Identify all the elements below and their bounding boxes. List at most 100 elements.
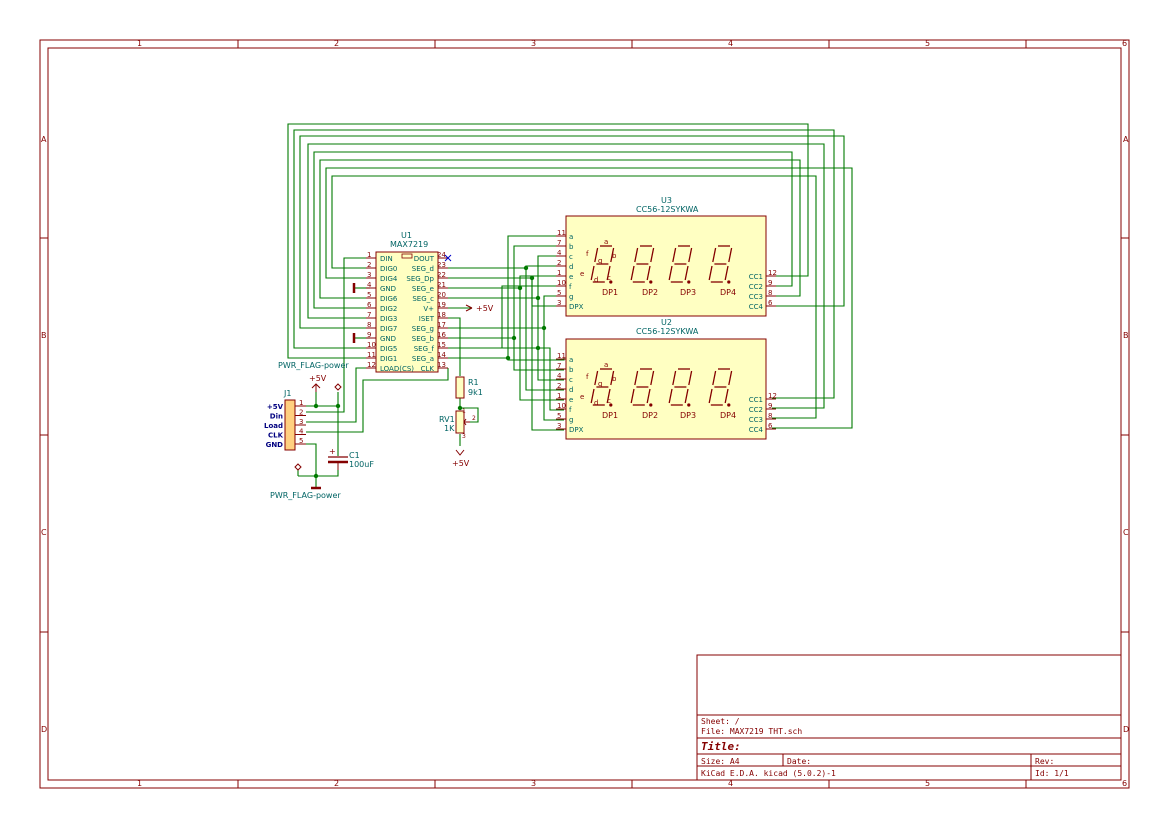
u1-value: MAX7219 <box>390 240 428 249</box>
display-pin-name: CC3 <box>749 293 763 301</box>
display-pin-number: 6 <box>768 422 773 430</box>
row-label-left: D <box>41 725 47 734</box>
display-pin-number: 12 <box>768 392 777 400</box>
u1-pin-number: 2 <box>367 261 371 269</box>
display-pin-name: CC4 <box>749 303 764 311</box>
plus5v-label-u1: +5V <box>476 304 494 313</box>
row-label-right: D <box>1123 725 1129 734</box>
row-label-right: C <box>1123 528 1129 537</box>
row-label-right: B <box>1123 331 1129 340</box>
r1-resistor[interactable]: R1 9k1 <box>455 376 483 399</box>
u1-pin-name: DIG2 <box>380 305 397 313</box>
tb-date: Date: <box>787 757 811 766</box>
u2-value: CC56-12SYKWA <box>636 327 699 336</box>
display-pin-number: 12 <box>768 269 777 277</box>
u1-pin-name: SEG_f <box>414 345 435 353</box>
u1-max7219[interactable]: U1 MAX7219 1 DIN 2 DIG0 3 DIG4 4 GND 5 DIG6 6 DIG2 7… <box>366 231 452 373</box>
dp-label: DP4 <box>720 288 736 297</box>
u1-pin-number: 6 <box>367 301 372 309</box>
display-pin-name: a <box>569 233 573 241</box>
display-pin-name: b <box>569 366 574 374</box>
tb-tool: KiCad E.D.A. kicad (5.0.2)-1 <box>701 769 836 778</box>
u1-pin-name: V+ <box>423 305 434 313</box>
u1-pin-number: 10 <box>367 341 376 349</box>
schematic-canvas: 123456 123456 ABCD ABCD Sheet: / File: M… <box>39 39 1130 789</box>
rv1-potentiometer[interactable]: RV1 1K 1 2 3 <box>439 408 476 440</box>
col-label-top: 6 <box>1122 39 1127 48</box>
display-pin-number: 9 <box>768 279 772 287</box>
display-pin-number: 11 <box>557 229 566 237</box>
u1-pin-number: 17 <box>437 321 446 329</box>
segment-letter: e <box>580 393 584 401</box>
rv1-value: 1K <box>444 424 455 433</box>
j1-pin-label: CLK <box>268 432 284 440</box>
display-pin-name: b <box>569 243 574 251</box>
display-pin-name: CC2 <box>749 283 763 291</box>
display-pin-number: 3 <box>557 299 561 307</box>
u1-pin-name: GND <box>380 335 396 343</box>
display-pin-number: 4 <box>557 249 562 257</box>
u1-pin-name: DIG1 <box>380 355 397 363</box>
j1-pin-label: Din <box>270 413 283 421</box>
u1-pin-name: DIG5 <box>380 345 397 353</box>
display-pin-name: CC2 <box>749 406 763 414</box>
decimal-point-icon <box>727 280 731 284</box>
decimal-point-icon <box>649 280 653 284</box>
u1-pin-number: 18 <box>437 311 446 319</box>
segment-letter: e <box>580 270 584 278</box>
u1-pin-name: DIG7 <box>380 325 397 333</box>
display-pin-number: 10 <box>557 279 566 287</box>
dp-label: DP1 <box>602 288 618 297</box>
u1-pin-number: 19 <box>437 301 446 309</box>
u1-ref: U1 <box>401 231 412 240</box>
u1-pin-number: 7 <box>367 311 371 319</box>
display-pin-name: g <box>569 293 573 301</box>
j1-pin-number: 4 <box>299 428 304 436</box>
rv1-ref: RV1 <box>439 415 455 424</box>
u1-pin-number: 9 <box>367 331 371 339</box>
display-pin-name: DPX <box>569 303 584 311</box>
display-pin-name: c <box>569 253 573 261</box>
u1-pin-number: 21 <box>437 281 446 289</box>
u1-pin-number: 3 <box>367 271 371 279</box>
r1-ref: R1 <box>468 378 479 387</box>
dp-label: DP3 <box>680 411 696 420</box>
u1-pin-number: 5 <box>367 291 371 299</box>
u1-pin-number: 11 <box>367 351 376 359</box>
u1-pin-number: 23 <box>437 261 446 269</box>
u1-pin-number: 16 <box>437 331 446 339</box>
dp-label: DP2 <box>642 411 658 420</box>
u1-pin-number: 15 <box>437 341 446 349</box>
display-pin-name: CC4 <box>749 426 764 434</box>
col-label-top: 1 <box>137 39 142 48</box>
display-pin-number: 7 <box>557 362 561 370</box>
u1-pin-name: SEG_c <box>412 295 434 303</box>
j1-ref: J1 <box>283 389 291 398</box>
c1-plus: + <box>329 447 336 456</box>
display-pin-name: e <box>569 396 573 404</box>
display-pin-name: d <box>569 386 573 394</box>
u1-pin-name: GND <box>380 285 396 293</box>
u1-pin-name: SEG_d <box>412 265 434 273</box>
col-label-top: 5 <box>925 39 930 48</box>
c1-capacitor[interactable]: + C1 100uF <box>328 447 374 470</box>
u1-pin-name: DIG3 <box>380 315 397 323</box>
u1-pin-number: 14 <box>437 351 446 359</box>
segment-letter: a <box>604 361 608 369</box>
col-label-top: 4 <box>728 39 733 48</box>
dp-label: DP4 <box>720 411 736 420</box>
row-label-left: A <box>41 135 47 144</box>
col-label-bottom: 2 <box>334 779 339 788</box>
u3-display[interactable]: U3 CC56-12SYKWA 11 a7 b4 c2 d1 e10 f5 g3 DPX12CC… <box>556 196 777 317</box>
u2-display[interactable]: U2 CC56-12SYKWA 11 a7 b4 c2 d1 e10 f5 g3 DPX12CC… <box>556 318 777 440</box>
j1-connector[interactable]: J1 1 +5V 2 Din 3 Load 4 CLK 5 GND <box>264 389 306 451</box>
segment-letter: g <box>598 257 602 265</box>
u1-pin-name: SEG_b <box>412 335 435 343</box>
display-pin-name: e <box>569 273 573 281</box>
display-pin-name: a <box>569 356 573 364</box>
tb-id: Id: 1/1 <box>1035 769 1069 778</box>
display-pin-name: CC3 <box>749 416 763 424</box>
tb-rev: Rev: <box>1035 757 1054 766</box>
u3-ref: U3 <box>661 196 672 205</box>
col-label-top: 3 <box>531 39 536 48</box>
